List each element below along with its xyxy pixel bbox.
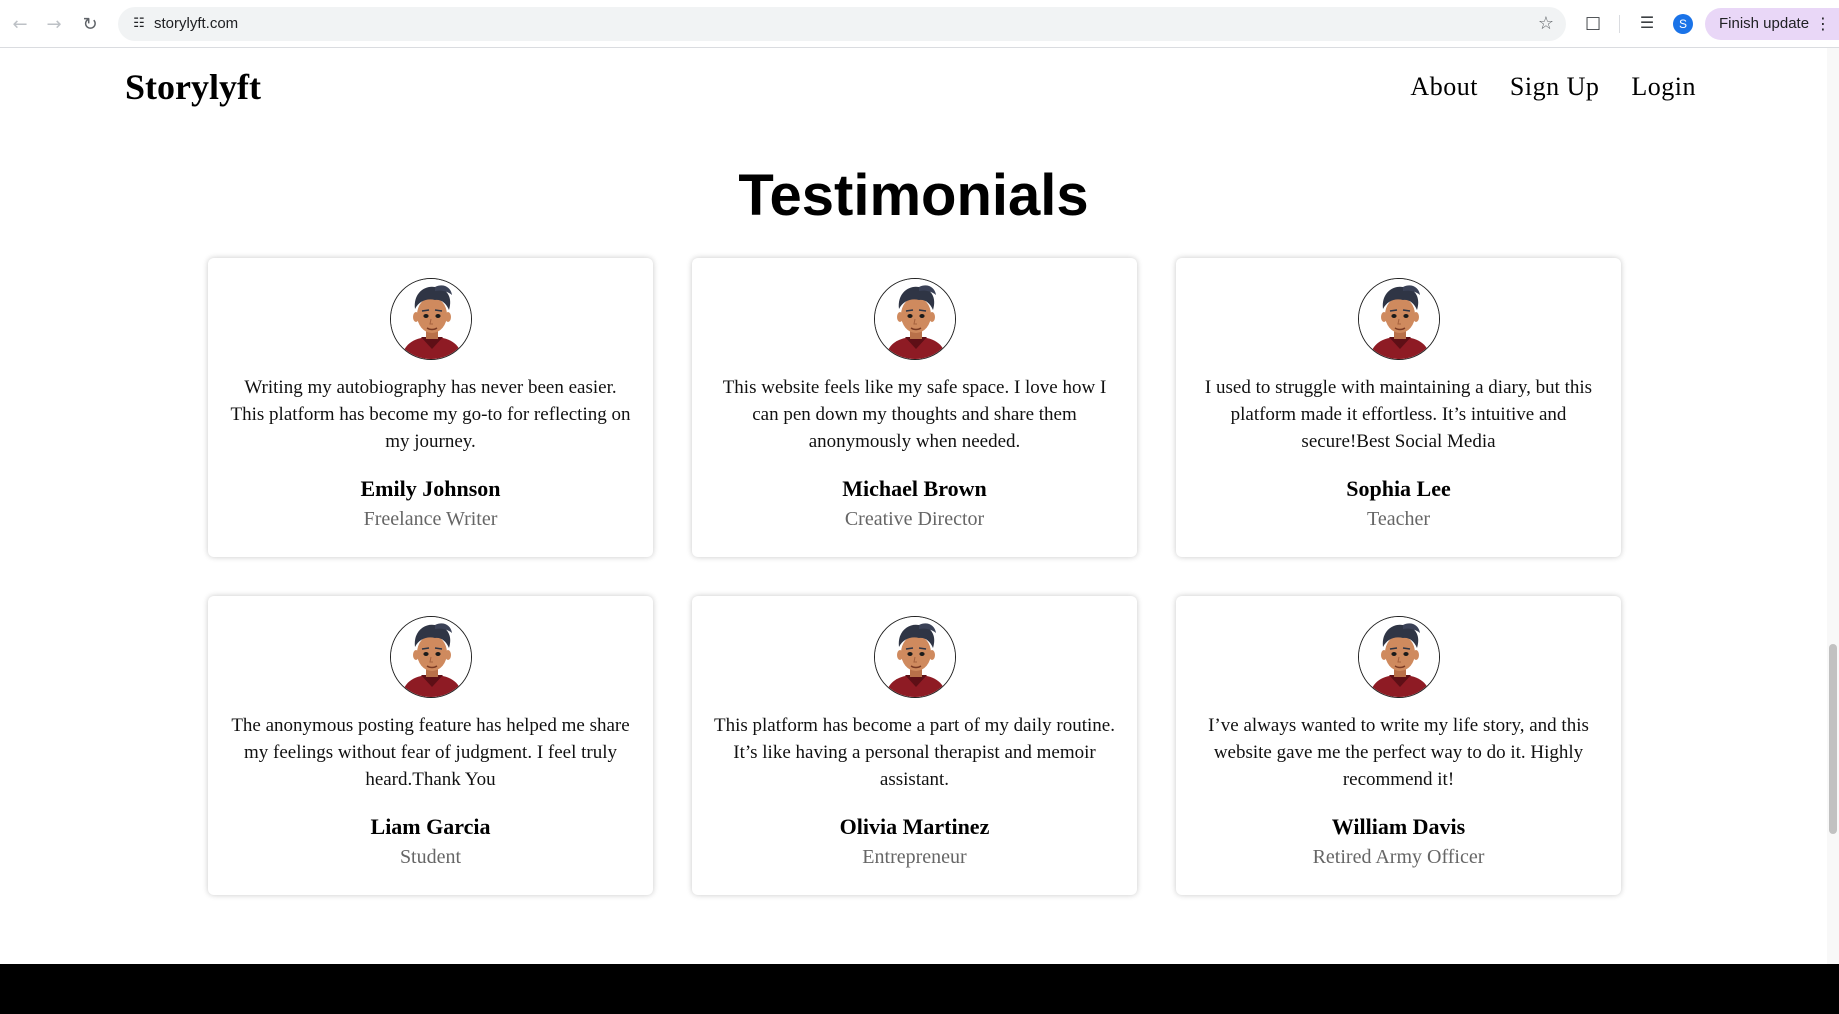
testimonial-name: Michael Brown	[842, 476, 987, 501]
testimonial-quote: The anonymous posting feature has helped…	[231, 715, 630, 790]
testimonial-role: Freelance Writer	[363, 508, 498, 530]
avatar	[390, 616, 472, 698]
testimonial-quote: I used to struggle with maintaining a di…	[1204, 377, 1593, 452]
url-text[interactable]: storylyft.com	[154, 14, 238, 34]
testimonial-role: Retired Army Officer	[1312, 846, 1485, 868]
testimonial-name: Olivia Martinez	[839, 814, 990, 839]
testimonial-role: Creative Director	[844, 508, 985, 530]
testimonial-name: William Davis	[1331, 814, 1466, 839]
footer	[0, 964, 1839, 1014]
profile-avatar[interactable]: S	[1673, 14, 1693, 34]
testimonial-card: The anonymous posting feature has helped…	[208, 596, 653, 895]
page-scrollbar[interactable]	[1827, 48, 1839, 964]
testimonial-name: Emily Johnson	[360, 476, 501, 501]
site-header: Storylyft About Sign Up Login	[0, 48, 1835, 128]
avatar	[390, 278, 472, 360]
media-controls-icon[interactable]: ☰	[1636, 12, 1658, 34]
testimonial-name: Liam Garcia	[370, 814, 491, 839]
browser-toolbar: ← → ↻ ☷ storylyft.com ☆ □ ☰ S Finish upd…	[0, 0, 1839, 48]
site-logo[interactable]: Storylyft	[125, 66, 261, 108]
testimonial-card: Writing my autobiography has never been …	[208, 258, 653, 557]
main-nav: About Sign Up Login	[1410, 72, 1696, 102]
more-menu-icon[interactable]: ⋮	[1815, 8, 1831, 40]
finish-update-label: Finish update	[1719, 15, 1810, 32]
toolbar-divider	[1619, 15, 1620, 33]
reload-icon[interactable]: ↻	[78, 12, 102, 36]
nav-link-about[interactable]: About	[1410, 72, 1478, 102]
testimonial-quote: I’ve always wanted to write my life stor…	[1208, 715, 1589, 790]
scrollbar-thumb[interactable]	[1829, 644, 1837, 834]
testimonial-name: Sophia Lee	[1346, 476, 1451, 501]
forward-arrow-icon[interactable]: →	[42, 12, 66, 36]
testimonial-card: This platform has become a part of my da…	[692, 596, 1137, 895]
address-bar[interactable]: ☷ storylyft.com ☆	[118, 7, 1566, 41]
testimonial-card: This website feels like my safe space. I…	[692, 258, 1137, 557]
testimonial-card: I used to struggle with maintaining a di…	[1176, 258, 1621, 557]
testimonial-card: I’ve always wanted to write my life stor…	[1176, 596, 1621, 895]
testimonial-quote: This website feels like my safe space. I…	[722, 377, 1107, 452]
back-arrow-icon[interactable]: ←	[8, 12, 32, 36]
bookmark-star-icon[interactable]: ☆	[1538, 13, 1554, 35]
testimonial-role: Student	[399, 846, 462, 868]
avatar	[874, 616, 956, 698]
avatar	[1358, 278, 1440, 360]
nav-link-login[interactable]: Login	[1631, 72, 1696, 102]
avatar	[1358, 616, 1440, 698]
testimonial-quote: This platform has become a part of my da…	[714, 715, 1115, 790]
nav-link-sign-up[interactable]: Sign Up	[1510, 72, 1599, 102]
testimonials-heading: Testimonials	[738, 163, 1089, 228]
testimonial-role: Teacher	[1367, 508, 1430, 530]
avatar	[874, 278, 956, 360]
testimonials-grid: Writing my autobiography has never been …	[208, 258, 1622, 895]
testimonial-role: Entrepreneur	[862, 846, 967, 868]
site-info-icon[interactable]: ☷	[130, 15, 148, 33]
testimonial-quote: Writing my autobiography has never been …	[230, 377, 631, 452]
finish-update-button[interactable]: Finish update ⋮	[1705, 8, 1839, 40]
extensions-icon[interactable]: □	[1582, 12, 1604, 34]
